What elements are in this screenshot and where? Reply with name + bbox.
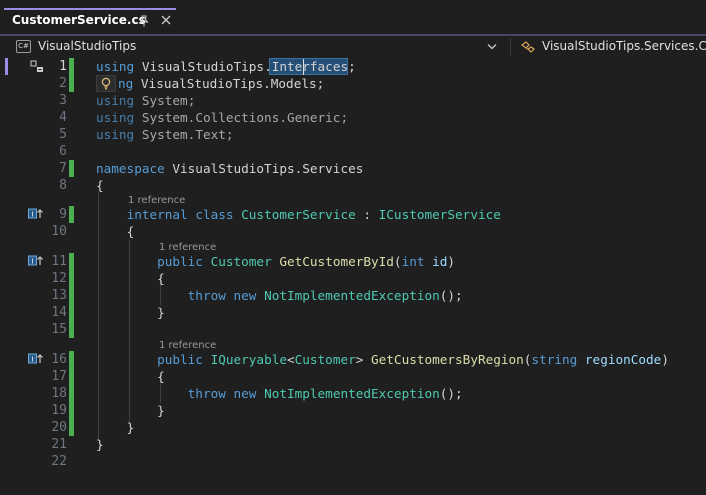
line-number: 13 bbox=[51, 288, 67, 303]
code-line: 8 { bbox=[0, 177, 706, 194]
document-tab-strip: CustomerService.cs bbox=[0, 0, 706, 36]
current-line-marker bbox=[5, 58, 8, 75]
line-number: 22 bbox=[51, 454, 67, 469]
line-number: 1 bbox=[59, 59, 67, 74]
svg-text:I: I bbox=[31, 258, 33, 266]
code-line: 4 using System.Collections.Generic; bbox=[0, 109, 706, 126]
code-line: 19 } bbox=[0, 402, 706, 419]
chevron-down-icon[interactable] bbox=[487, 43, 497, 51]
line-number: 16 bbox=[51, 352, 67, 367]
code-line: 2 ng VisualStudioTips.Models; bbox=[0, 75, 706, 92]
codelens-references[interactable]: 1 reference bbox=[159, 340, 216, 351]
svg-text:I: I bbox=[31, 211, 33, 219]
navbar-divider bbox=[510, 38, 511, 56]
line-number: 8 bbox=[59, 178, 67, 193]
code-line: 15 bbox=[0, 321, 706, 338]
svg-text:I: I bbox=[31, 356, 33, 364]
code-line: 1 using VisualStudioTips.Interfaces; bbox=[0, 58, 706, 75]
code-line: 21 } bbox=[0, 436, 706, 453]
code-line: 17 { bbox=[0, 368, 706, 385]
project-name: VisualStudioTips bbox=[38, 39, 137, 53]
line-number: 14 bbox=[51, 305, 67, 320]
line-number: 18 bbox=[51, 386, 67, 401]
line-number: 11 bbox=[51, 254, 67, 269]
code-line: 18 throw new NotImplementedException(); bbox=[0, 385, 706, 402]
close-icon[interactable] bbox=[159, 13, 173, 27]
code-line: 3 using System; bbox=[0, 92, 706, 109]
line-number: 19 bbox=[51, 403, 67, 418]
line-number: 17 bbox=[51, 369, 67, 384]
csharp-project-icon: C# bbox=[16, 40, 31, 53]
class-scope-icon bbox=[521, 41, 535, 53]
tab-title: CustomerService.cs bbox=[12, 13, 146, 27]
code-line: 22 bbox=[0, 453, 706, 470]
code-line: I 16 public IQueryable<Customer> GetCust… bbox=[0, 351, 706, 368]
type-scope-dropdown[interactable]: VisualStudioTips.Services.Custo bbox=[520, 38, 706, 56]
code-line: I 9 internal class CustomerService : ICu… bbox=[0, 206, 706, 223]
line-number: 5 bbox=[59, 127, 67, 142]
line-number: 12 bbox=[51, 271, 67, 286]
project-dropdown[interactable]: C# VisualStudioTips bbox=[16, 38, 504, 56]
type-scope-name: VisualStudioTips.Services.Custo bbox=[542, 39, 706, 53]
codelens-references[interactable]: 1 reference bbox=[128, 195, 185, 206]
code-line: I 11 public Customer GetCustomerById(int… bbox=[0, 253, 706, 270]
code-line: 10 { bbox=[0, 223, 706, 240]
line-number: 10 bbox=[51, 224, 67, 239]
lightbulb-icon[interactable] bbox=[96, 75, 116, 92]
codelens-references[interactable]: 1 reference bbox=[159, 242, 216, 253]
code-line: 13 throw new NotImplementedException(); bbox=[0, 287, 706, 304]
code-line: 7 namespace VisualStudioTips.Services bbox=[0, 160, 706, 177]
line-number: 4 bbox=[59, 110, 67, 125]
line-number: 3 bbox=[59, 93, 67, 108]
line-number: 7 bbox=[59, 161, 67, 176]
line-number: 6 bbox=[59, 144, 67, 159]
line-number: 20 bbox=[51, 420, 67, 435]
pin-icon[interactable] bbox=[137, 14, 151, 28]
code-line: 6 bbox=[0, 143, 706, 160]
code-line: 14 } bbox=[0, 304, 706, 321]
line-number: 21 bbox=[51, 437, 67, 452]
line-number: 15 bbox=[51, 322, 67, 337]
code-line: 12 { bbox=[0, 270, 706, 287]
document-tab[interactable]: CustomerService.cs bbox=[4, 8, 176, 34]
line-number: 9 bbox=[59, 207, 67, 222]
line-number: 2 bbox=[59, 76, 67, 91]
code-line: 5 using System.Text; bbox=[0, 126, 706, 143]
code-line: 20 } bbox=[0, 419, 706, 436]
code-editor[interactable]: 1 using VisualStudioTips.Interfaces; 2 n… bbox=[0, 58, 706, 495]
